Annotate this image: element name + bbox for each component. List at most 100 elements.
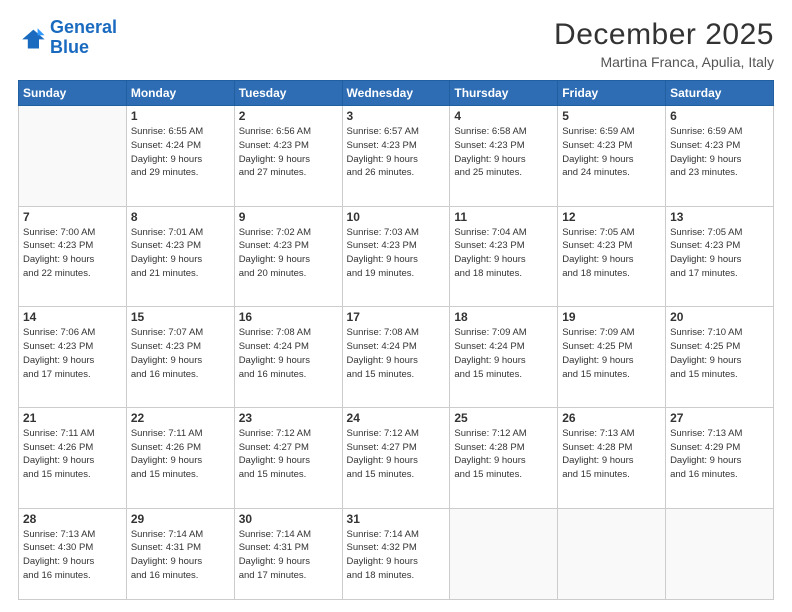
day-info: Sunrise: 7:02 AMSunset: 4:23 PMDaylight:…	[239, 226, 338, 281]
calendar-cell: 28Sunrise: 7:13 AMSunset: 4:30 PMDayligh…	[19, 508, 127, 600]
calendar-cell: 10 Sunrise: 7:03 AMSunset: 4:23 PMDayligh…	[342, 206, 450, 307]
day-number: 25	[454, 411, 553, 425]
week-row-1: 1 Sunrise: 6:55 AMSunset: 4:24 PMDaylight…	[19, 106, 774, 207]
calendar-cell: 12 Sunrise: 7:05 AMSunset: 4:23 PMDayligh…	[558, 206, 666, 307]
day-info: Sunrise: 7:08 AMSunset: 4:24 PMDaylight:…	[239, 326, 338, 381]
day-number: 14	[23, 310, 122, 324]
day-number: 16	[239, 310, 338, 324]
day-info: Sunrise: 7:10 AMSunset: 4:25 PMDaylight:…	[670, 326, 769, 381]
day-number: 28	[23, 512, 122, 526]
day-number: 1	[131, 109, 230, 123]
day-info: Sunrise: 6:58 AMSunset: 4:23 PMDaylight:…	[454, 125, 553, 180]
day-info: Sunrise: 7:11 AMSunset: 4:26 PMDaylight:…	[131, 427, 230, 482]
calendar-cell: 6 Sunrise: 6:59 AMSunset: 4:23 PMDaylight…	[666, 106, 774, 207]
day-number: 2	[239, 109, 338, 123]
day-number: 9	[239, 210, 338, 224]
day-info: Sunrise: 7:13 AMSunset: 4:29 PMDaylight:…	[670, 427, 769, 482]
day-number: 30	[239, 512, 338, 526]
logo-icon	[18, 24, 46, 52]
calendar-cell: 20 Sunrise: 7:10 AMSunset: 4:25 PMDayligh…	[666, 307, 774, 408]
calendar-cell	[558, 508, 666, 600]
calendar-cell: 27Sunrise: 7:13 AMSunset: 4:29 PMDayligh…	[666, 407, 774, 508]
day-number: 18	[454, 310, 553, 324]
day-info: Sunrise: 7:05 AMSunset: 4:23 PMDaylight:…	[562, 226, 661, 281]
day-number: 26	[562, 411, 661, 425]
day-number: 13	[670, 210, 769, 224]
day-info: Sunrise: 7:05 AMSunset: 4:23 PMDaylight:…	[670, 226, 769, 281]
calendar-header-row: SundayMondayTuesdayWednesdayThursdayFrid…	[19, 81, 774, 106]
day-info: Sunrise: 7:00 AMSunset: 4:23 PMDaylight:…	[23, 226, 122, 281]
calendar-cell: 8 Sunrise: 7:01 AMSunset: 4:23 PMDaylight…	[126, 206, 234, 307]
calendar-cell: 30 Sunrise: 7:14 AMSunset: 4:31 PMDayligh…	[234, 508, 342, 600]
day-info: Sunrise: 6:56 AMSunset: 4:23 PMDaylight:…	[239, 125, 338, 180]
page: General Blue December 2025 Martina Franc…	[0, 0, 792, 612]
header: General Blue December 2025 Martina Franc…	[18, 18, 774, 70]
day-info: Sunrise: 7:11 AMSunset: 4:26 PMDaylight:…	[23, 427, 122, 482]
calendar-cell: 17Sunrise: 7:08 AMSunset: 4:24 PMDayligh…	[342, 307, 450, 408]
day-info: Sunrise: 7:12 AMSunset: 4:28 PMDaylight:…	[454, 427, 553, 482]
day-number: 21	[23, 411, 122, 425]
calendar-cell: 5 Sunrise: 6:59 AMSunset: 4:23 PMDaylight…	[558, 106, 666, 207]
calendar-cell	[666, 508, 774, 600]
day-number: 12	[562, 210, 661, 224]
week-row-5: 28Sunrise: 7:13 AMSunset: 4:30 PMDayligh…	[19, 508, 774, 600]
calendar-cell: 7Sunrise: 7:00 AMSunset: 4:23 PMDaylight…	[19, 206, 127, 307]
day-number: 6	[670, 109, 769, 123]
day-number: 10	[347, 210, 446, 224]
day-number: 24	[347, 411, 446, 425]
calendar-cell: 11 Sunrise: 7:04 AMSunset: 4:23 PMDayligh…	[450, 206, 558, 307]
day-info: Sunrise: 7:13 AMSunset: 4:28 PMDaylight:…	[562, 427, 661, 482]
calendar-cell: 26 Sunrise: 7:13 AMSunset: 4:28 PMDayligh…	[558, 407, 666, 508]
day-info: Sunrise: 6:59 AMSunset: 4:23 PMDaylight:…	[562, 125, 661, 180]
location: Martina Franca, Apulia, Italy	[554, 54, 774, 70]
col-header-wednesday: Wednesday	[342, 81, 450, 106]
calendar-cell: 14Sunrise: 7:06 AMSunset: 4:23 PMDayligh…	[19, 307, 127, 408]
day-info: Sunrise: 6:55 AMSunset: 4:24 PMDaylight:…	[131, 125, 230, 180]
day-number: 11	[454, 210, 553, 224]
logo: General Blue	[18, 18, 117, 58]
calendar-cell: 22 Sunrise: 7:11 AMSunset: 4:26 PMDayligh…	[126, 407, 234, 508]
day-info: Sunrise: 7:14 AMSunset: 4:31 PMDaylight:…	[239, 528, 338, 583]
calendar-cell: 23Sunrise: 7:12 AMSunset: 4:27 PMDayligh…	[234, 407, 342, 508]
col-header-tuesday: Tuesday	[234, 81, 342, 106]
day-info: Sunrise: 7:09 AMSunset: 4:25 PMDaylight:…	[562, 326, 661, 381]
day-number: 8	[131, 210, 230, 224]
col-header-thursday: Thursday	[450, 81, 558, 106]
day-info: Sunrise: 6:57 AMSunset: 4:23 PMDaylight:…	[347, 125, 446, 180]
calendar-cell: 31Sunrise: 7:14 AMSunset: 4:32 PMDayligh…	[342, 508, 450, 600]
day-info: Sunrise: 7:12 AMSunset: 4:27 PMDaylight:…	[347, 427, 446, 482]
calendar-cell: 13 Sunrise: 7:05 AMSunset: 4:23 PMDayligh…	[666, 206, 774, 307]
day-info: Sunrise: 7:08 AMSunset: 4:24 PMDaylight:…	[347, 326, 446, 381]
day-number: 5	[562, 109, 661, 123]
day-number: 20	[670, 310, 769, 324]
day-info: Sunrise: 7:12 AMSunset: 4:27 PMDaylight:…	[239, 427, 338, 482]
day-number: 29	[131, 512, 230, 526]
calendar-cell: 19 Sunrise: 7:09 AMSunset: 4:25 PMDayligh…	[558, 307, 666, 408]
calendar-cell: 9 Sunrise: 7:02 AMSunset: 4:23 PMDaylight…	[234, 206, 342, 307]
day-number: 22	[131, 411, 230, 425]
calendar-cell: 2 Sunrise: 6:56 AMSunset: 4:23 PMDaylight…	[234, 106, 342, 207]
day-number: 19	[562, 310, 661, 324]
calendar-cell: 1 Sunrise: 6:55 AMSunset: 4:24 PMDaylight…	[126, 106, 234, 207]
logo-blue: Blue	[50, 37, 89, 57]
calendar-cell: 4Sunrise: 6:58 AMSunset: 4:23 PMDaylight…	[450, 106, 558, 207]
day-info: Sunrise: 7:01 AMSunset: 4:23 PMDaylight:…	[131, 226, 230, 281]
day-info: Sunrise: 6:59 AMSunset: 4:23 PMDaylight:…	[670, 125, 769, 180]
week-row-3: 14Sunrise: 7:06 AMSunset: 4:23 PMDayligh…	[19, 307, 774, 408]
logo-general: General	[50, 17, 117, 37]
day-number: 15	[131, 310, 230, 324]
day-info: Sunrise: 7:04 AMSunset: 4:23 PMDaylight:…	[454, 226, 553, 281]
day-number: 31	[347, 512, 446, 526]
calendar-cell: 15 Sunrise: 7:07 AMSunset: 4:23 PMDayligh…	[126, 307, 234, 408]
day-info: Sunrise: 7:14 AMSunset: 4:31 PMDaylight:…	[131, 528, 230, 583]
week-row-4: 21 Sunrise: 7:11 AMSunset: 4:26 PMDayligh…	[19, 407, 774, 508]
day-number: 3	[347, 109, 446, 123]
day-info: Sunrise: 7:09 AMSunset: 4:24 PMDaylight:…	[454, 326, 553, 381]
col-header-monday: Monday	[126, 81, 234, 106]
logo-text: General Blue	[50, 18, 117, 58]
day-info: Sunrise: 7:03 AMSunset: 4:23 PMDaylight:…	[347, 226, 446, 281]
col-header-friday: Friday	[558, 81, 666, 106]
day-info: Sunrise: 7:07 AMSunset: 4:23 PMDaylight:…	[131, 326, 230, 381]
week-row-2: 7Sunrise: 7:00 AMSunset: 4:23 PMDaylight…	[19, 206, 774, 307]
calendar-cell: 29 Sunrise: 7:14 AMSunset: 4:31 PMDayligh…	[126, 508, 234, 600]
